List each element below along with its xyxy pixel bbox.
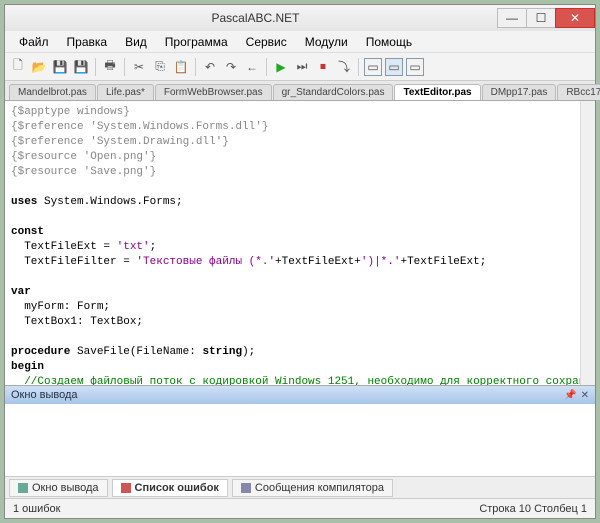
- back-icon[interactable]: ←: [243, 58, 261, 76]
- separator: [266, 58, 267, 76]
- separator: [195, 58, 196, 76]
- separator: [358, 58, 359, 76]
- tab-rbcc17[interactable]: RBcc17.pas: [557, 84, 600, 100]
- vertical-scrollbar[interactable]: [580, 101, 595, 385]
- compiler-tab-label: Сообщения компилятора: [255, 482, 384, 494]
- menu-view[interactable]: Вид: [117, 33, 155, 51]
- compiler-tab-icon: [241, 483, 251, 493]
- runinto-icon[interactable]: ⏭: [293, 58, 311, 76]
- status-errors: 1 ошибок: [13, 503, 61, 515]
- menu-modules[interactable]: Модули: [297, 33, 356, 51]
- undo-icon[interactable]: ↶: [201, 58, 219, 76]
- output-title-label: Окно вывода: [11, 389, 78, 401]
- open-icon[interactable]: 📂: [30, 58, 48, 76]
- menu-file[interactable]: Файл: [11, 33, 57, 51]
- separator: [95, 58, 96, 76]
- errors-tab-icon: [121, 483, 131, 493]
- bottom-tab-output[interactable]: Окно вывода: [9, 479, 108, 497]
- saveall-icon[interactable]: 💾: [72, 58, 90, 76]
- pin-icon[interactable]: 📌: [564, 390, 576, 401]
- print-icon[interactable]: 🖶: [101, 58, 119, 76]
- output-close-icon[interactable]: ✕: [581, 390, 589, 401]
- app-title: PascalABC.NET: [13, 11, 498, 25]
- errors-tab-label: Список ошибок: [135, 482, 219, 494]
- bottom-tab-errors[interactable]: Список ошибок: [112, 479, 228, 497]
- output-title: Окно вывода 📌 ✕: [5, 386, 595, 404]
- stop-icon[interactable]: ⏹: [314, 58, 332, 76]
- menu-help[interactable]: Помощь: [358, 33, 420, 51]
- menu-edit[interactable]: Правка: [59, 33, 116, 51]
- menu-service[interactable]: Сервис: [238, 33, 295, 51]
- minimize-button[interactable]: —: [497, 8, 527, 28]
- bottom-tabbar: Окно вывода Список ошибок Сообщения комп…: [5, 476, 595, 498]
- maximize-button[interactable]: ☐: [526, 8, 556, 28]
- save-icon[interactable]: 💾: [51, 58, 69, 76]
- code-text[interactable]: {$apptype windows} {$reference 'System.W…: [5, 101, 580, 385]
- tab-life[interactable]: Life.pas*: [97, 84, 154, 100]
- statusbar: 1 ошибок Строка 10 Столбец 1: [5, 498, 595, 518]
- toggle2-icon[interactable]: ▭: [385, 58, 403, 76]
- redo-icon[interactable]: ↷: [222, 58, 240, 76]
- paste-icon[interactable]: 📋: [172, 58, 190, 76]
- bottom-tab-compiler[interactable]: Сообщения компилятора: [232, 479, 393, 497]
- toolbar: 🗋 📂 💾 💾 🖶 ✂ ⎘ 📋 ↶ ↷ ← ▶ ⏭ ⏹ ⤵ ▭ ▭ ▭: [5, 53, 595, 81]
- close-button[interactable]: ✕: [555, 8, 595, 28]
- toggle3-icon[interactable]: ▭: [406, 58, 424, 76]
- status-position: Строка 10 Столбец 1: [479, 503, 587, 515]
- tab-formwebbrowser[interactable]: FormWebBrowser.pas: [155, 84, 272, 100]
- output-pane: Окно вывода 📌 ✕: [5, 385, 595, 476]
- tab-texteditor[interactable]: TextEditor.pas: [394, 84, 480, 100]
- copy-icon[interactable]: ⎘: [151, 58, 169, 76]
- separator: [124, 58, 125, 76]
- new-icon[interactable]: 🗋: [9, 58, 27, 76]
- menu-program[interactable]: Программа: [157, 33, 236, 51]
- output-tab-label: Окно вывода: [32, 482, 99, 494]
- tab-standardcolors[interactable]: gr_StandardColors.pas: [273, 84, 394, 100]
- code-editor[interactable]: {$apptype windows} {$reference 'System.W…: [5, 101, 595, 385]
- output-body[interactable]: [5, 404, 595, 476]
- document-tabbar: Mandelbrot.pas Life.pas* FormWebBrowser.…: [5, 81, 595, 101]
- tab-mandelbrot[interactable]: Mandelbrot.pas: [9, 84, 96, 100]
- toggle1-icon[interactable]: ▭: [364, 58, 382, 76]
- tab-dmpp17[interactable]: DMpp17.pas: [482, 84, 557, 100]
- titlebar: PascalABC.NET — ☐ ✕: [5, 5, 595, 31]
- output-tab-icon: [18, 483, 28, 493]
- cut-icon[interactable]: ✂: [130, 58, 148, 76]
- run-icon[interactable]: ▶: [272, 58, 290, 76]
- menubar: Файл Правка Вид Программа Сервис Модули …: [5, 31, 595, 53]
- stepover-icon[interactable]: ⤵: [335, 58, 353, 76]
